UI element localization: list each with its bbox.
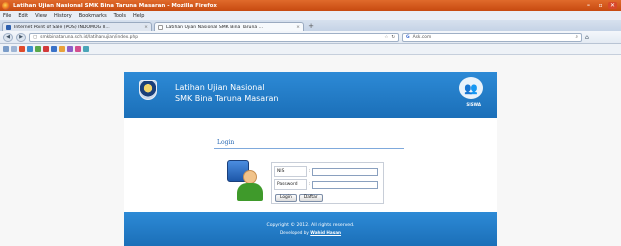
window-titlebar: Latihan Ujian Nasional SMK Bina Taruna M…: [0, 0, 621, 11]
url-text: smkbinataruna.sch.id/latihanujian/index.…: [40, 34, 139, 40]
maximize-icon[interactable]: ▫: [596, 2, 605, 9]
firefox-icon: [2, 1, 10, 10]
menu-help[interactable]: Help: [133, 13, 144, 19]
nis-label: NIS: [274, 166, 307, 177]
tab-close-icon[interactable]: ×: [144, 25, 148, 30]
developer-credit: Developed by Wahid Hasan: [124, 230, 497, 235]
forward-button[interactable]: ▶: [16, 32, 26, 42]
tab-favicon-icon: [6, 24, 11, 30]
menu-tools[interactable]: Tools: [114, 13, 126, 19]
menu-history[interactable]: History: [54, 13, 72, 19]
toolbar-icon[interactable]: [83, 46, 89, 52]
menu-view[interactable]: View: [35, 13, 47, 19]
copyright-text: Copyright © 2012. All rights reserved.: [266, 223, 355, 228]
toolbar-icon[interactable]: [27, 46, 33, 52]
form-buttons: Login Daftar: [275, 194, 323, 202]
tab-label: Latihan Ujian Nasional SMK Bina Taruna .…: [166, 24, 264, 30]
menu-bookmarks[interactable]: Bookmarks: [79, 13, 107, 19]
password-row: Password :: [274, 179, 378, 190]
toolbar-icon[interactable]: [75, 46, 81, 52]
login-button[interactable]: Login: [275, 194, 297, 202]
register-button[interactable]: Daftar: [298, 194, 323, 202]
toolbar-icon[interactable]: [43, 46, 49, 52]
minimize-icon[interactable]: –: [584, 2, 593, 9]
user-login-icon: [227, 160, 269, 203]
toolbar-icon[interactable]: [35, 46, 41, 52]
person-head: [243, 170, 257, 184]
tab-latihan[interactable]: Latihan Ujian Nasional SMK Bina Taruna .…: [154, 22, 304, 31]
page-icon: ▢: [33, 34, 38, 40]
tab-label: Internet Point of Sale (POS) INDOMOG II.…: [14, 24, 110, 30]
toolbar-icon[interactable]: [3, 46, 9, 52]
address-bar[interactable]: ▢ smkbinataruna.sch.id/latihanujian/inde…: [29, 32, 399, 42]
site-footer: Copyright © 2012. All rights reserved. D…: [124, 212, 497, 246]
site-title: Latihan Ujian Nasional: [175, 83, 265, 92]
search-bar[interactable]: G Ask.com ⌕: [402, 32, 582, 42]
back-button[interactable]: ◀: [3, 32, 13, 42]
site-container: Latihan Ujian Nasional SMK Bina Taruna M…: [124, 72, 497, 246]
menu-edit[interactable]: Edit: [18, 13, 28, 19]
tab-close-icon[interactable]: ×: [296, 25, 300, 30]
login-form: NIS : Password : Login Daftar: [271, 162, 384, 204]
reload-icon[interactable]: ↻: [391, 35, 395, 40]
nis-row: NIS :: [274, 166, 378, 177]
students-icon: 👥: [459, 77, 483, 99]
menu-bar: File Edit View History Bookmarks Tools H…: [0, 11, 621, 20]
toolbar-icon[interactable]: [67, 46, 73, 52]
bookmark-star-icon[interactable]: ☆: [384, 35, 388, 40]
school-logo: [139, 80, 157, 100]
toolbar-icon[interactable]: [19, 46, 25, 52]
tab-indomog[interactable]: Internet Point of Sale (POS) INDOMOG II.…: [2, 22, 152, 31]
search-icon[interactable]: ⌕: [576, 34, 578, 40]
toolbar-icon[interactable]: [11, 46, 17, 52]
students-caption: SISWA: [466, 102, 481, 107]
window-title: Latihan Ujian Nasional SMK Bina Taruna M…: [13, 2, 217, 9]
home-icon[interactable]: ⌂: [585, 34, 589, 41]
developer-link[interactable]: Wahid Hasan: [310, 230, 341, 235]
window-controls: – ▫ ✕: [584, 2, 621, 9]
person-body: [237, 183, 263, 201]
password-label: Password: [274, 179, 307, 190]
navigation-bar: ◀ ▶ ▢ smkbinataruna.sch.id/latihanujian/…: [0, 31, 621, 44]
search-placeholder: Ask.com: [412, 34, 432, 40]
toolbar-icon[interactable]: [51, 46, 57, 52]
site-header: Latihan Ujian Nasional SMK Bina Taruna M…: [124, 72, 497, 118]
search-engine-icon[interactable]: G: [406, 35, 410, 40]
close-icon[interactable]: ✕: [608, 2, 617, 9]
nis-input[interactable]: [312, 167, 378, 176]
new-tab-icon[interactable]: +: [306, 22, 316, 31]
heading-divider: [214, 148, 404, 149]
site-subtitle: SMK Bina Taruna Masaran: [175, 94, 279, 103]
password-input[interactable]: [312, 180, 378, 189]
tab-strip: Internet Point of Sale (POS) INDOMOG II.…: [0, 20, 621, 31]
addon-toolbar: [0, 44, 621, 55]
tab-favicon-icon: [158, 24, 163, 30]
toolbar-icon[interactable]: [59, 46, 65, 52]
developer-prefix: Developed by: [279, 230, 311, 235]
page-viewport: Latihan Ujian Nasional SMK Bina Taruna M…: [0, 55, 621, 246]
login-heading: Login: [217, 139, 235, 146]
menu-file[interactable]: File: [3, 13, 11, 19]
